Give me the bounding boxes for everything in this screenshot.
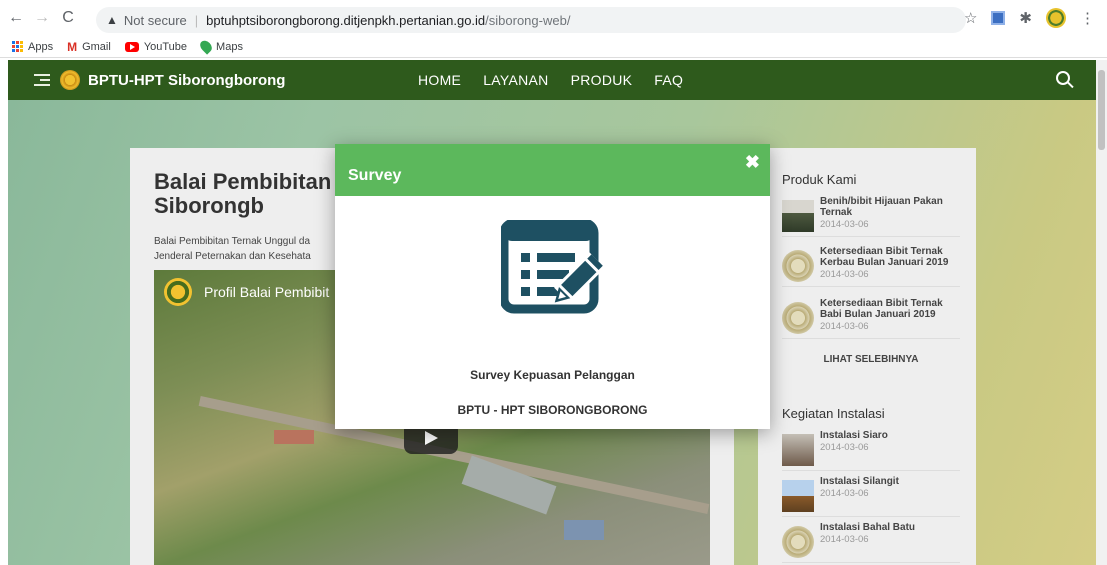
- reload-icon[interactable]: C: [58, 8, 78, 28]
- extension-icon[interactable]: [991, 11, 1006, 25]
- hamburger-menu-icon[interactable]: [34, 74, 50, 86]
- bookmark-label: Apps: [28, 40, 54, 53]
- browser-toolbar: ← → C ▲ Not secure | bptuhptsiborongboro…: [0, 0, 1107, 36]
- warning-icon: ▲: [106, 13, 118, 27]
- url-separator: |: [194, 12, 199, 28]
- bookmark-maps[interactable]: Maps: [197, 38, 243, 55]
- profile-avatar[interactable]: [1046, 8, 1066, 28]
- bookmark-youtube[interactable]: YouTube: [124, 40, 188, 53]
- bookmark-apps[interactable]: Apps: [12, 41, 53, 53]
- gmail-icon: M: [67, 39, 78, 54]
- url-path: /siborong-web/: [485, 12, 571, 28]
- menu-produk[interactable]: PRODUK: [571, 72, 633, 88]
- back-arrow-icon[interactable]: ←: [6, 8, 26, 28]
- main-menu: HOME LAYANAN PRODUK FAQ: [418, 72, 683, 88]
- survey-heading: Survey Kepuasan Pelanggan: [470, 368, 635, 382]
- maps-icon: [197, 38, 215, 55]
- modal-header: Survey ✖: [335, 144, 770, 196]
- forward-arrow-icon[interactable]: →: [32, 8, 52, 28]
- bookmarks-bar: Apps M Gmail YouTube Maps: [0, 36, 1107, 58]
- bookmark-label: Gmail: [82, 40, 111, 53]
- survey-clipboard-icon: [501, 220, 605, 314]
- youtube-icon: [124, 41, 139, 52]
- bookmark-label: Maps: [216, 40, 243, 53]
- bookmark-star-icon[interactable]: ☆: [964, 9, 977, 27]
- search-icon[interactable]: [1056, 71, 1070, 85]
- url-domain: bptuhptsiborongborong.ditjenpkh.pertania…: [206, 12, 486, 28]
- apps-icon: [12, 41, 23, 52]
- scrollbar-thumb[interactable]: [1098, 70, 1105, 150]
- menu-home[interactable]: HOME: [418, 72, 461, 88]
- address-bar[interactable]: ▲ Not secure | bptuhptsiborongborong.dit…: [96, 7, 966, 33]
- site-navbar: BPTU-HPT Siborongborong HOME LAYANAN PRO…: [8, 60, 1096, 100]
- security-label: Not secure: [123, 12, 187, 28]
- menu-layanan[interactable]: LAYANAN: [483, 72, 548, 88]
- menu-faq[interactable]: FAQ: [654, 72, 683, 88]
- close-icon[interactable]: ✖: [745, 152, 760, 173]
- modal-title: Survey: [348, 167, 402, 184]
- page-scrollbar[interactable]: [1096, 60, 1107, 565]
- puzzle-icon[interactable]: ✱: [1019, 9, 1032, 27]
- survey-organization: BPTU - HPT SIBORONGBORONG: [457, 403, 648, 417]
- survey-modal: Survey ✖ Survey Kepuasan Pelanggan BPTU …: [335, 144, 770, 429]
- site-logo[interactable]: [60, 70, 80, 90]
- site-title[interactable]: BPTU-HPT Siborongborong: [88, 72, 285, 89]
- bookmark-gmail[interactable]: M Gmail: [67, 40, 111, 54]
- toolbar-actions: ☆ ✱ ⋮: [964, 8, 1095, 28]
- kebab-menu-icon[interactable]: ⋮: [1080, 9, 1095, 27]
- bookmark-label: YouTube: [143, 40, 188, 53]
